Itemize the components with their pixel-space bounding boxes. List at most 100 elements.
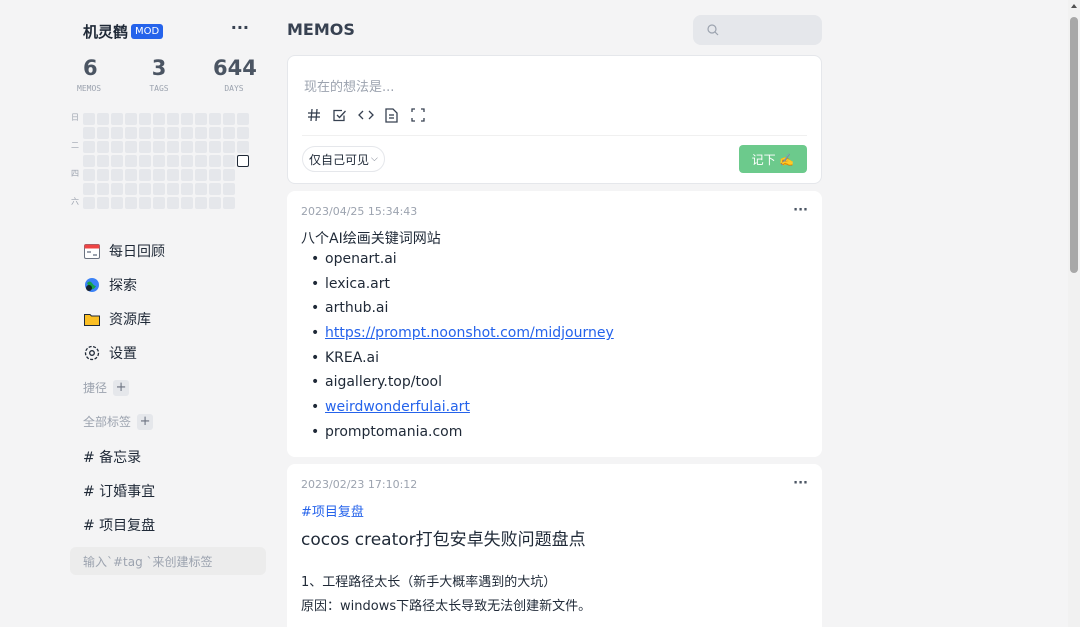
heatmap-cell[interactable]	[125, 183, 137, 195]
heatmap-cell[interactable]	[83, 183, 95, 195]
heatmap-cell[interactable]	[111, 113, 123, 125]
heatmap-cell[interactable]	[97, 141, 109, 153]
memo-tag-link[interactable]: #项目复盘	[301, 501, 364, 520]
add-tag-button[interactable]: +	[137, 413, 154, 430]
search-input[interactable]	[693, 15, 822, 45]
page-scrollbar[interactable]	[1068, 0, 1080, 627]
heatmap-cell[interactable]	[195, 197, 207, 209]
tag-create-hint[interactable]: 输入`#tag `来创建标签	[70, 547, 266, 575]
heatmap-cell[interactable]	[223, 113, 235, 125]
heatmap-cell[interactable]	[237, 127, 249, 139]
heatmap-cell[interactable]	[153, 197, 165, 209]
heatmap-cell[interactable]	[111, 141, 123, 153]
hashtag-icon[interactable]	[304, 106, 323, 124]
heatmap-cell[interactable]	[181, 113, 193, 125]
heatmap-cell[interactable]	[139, 113, 151, 125]
heatmap-cell[interactable]	[83, 127, 95, 139]
heatmap-cell[interactable]	[125, 113, 137, 125]
heatmap-cell[interactable]	[167, 141, 179, 153]
heatmap-cell[interactable]	[195, 127, 207, 139]
file-icon[interactable]	[382, 106, 401, 124]
heatmap-cell[interactable]	[97, 183, 109, 195]
checkbox-icon[interactable]	[330, 106, 349, 124]
list-item-link[interactable]: https://prompt.noonshot.com/midjourney	[325, 325, 614, 341]
nav-explore[interactable]: 探索	[83, 268, 263, 302]
heatmap-cell[interactable]	[223, 141, 235, 153]
user-more-icon[interactable]: ···	[231, 18, 249, 37]
heatmap-cell[interactable]	[97, 169, 109, 181]
heatmap-cell[interactable]	[111, 169, 123, 181]
heatmap-cell[interactable]	[167, 169, 179, 181]
heatmap-cell[interactable]	[181, 169, 193, 181]
heatmap-cell[interactable]	[195, 113, 207, 125]
heatmap-cell[interactable]	[139, 169, 151, 181]
heatmap-cell[interactable]	[195, 155, 207, 167]
heatmap-cell[interactable]	[209, 169, 221, 181]
heatmap-cell[interactable]	[83, 113, 95, 125]
heatmap-cell[interactable]	[195, 169, 207, 181]
nav-resources[interactable]: 资源库	[83, 302, 263, 336]
heatmap-cell[interactable]	[125, 197, 137, 209]
heatmap-cell[interactable]	[167, 197, 179, 209]
heatmap-cell[interactable]	[153, 141, 165, 153]
tag-item[interactable]: # 订婚事宜	[83, 481, 155, 501]
heatmap-cell[interactable]	[167, 113, 179, 125]
heatmap-cell[interactable]	[181, 127, 193, 139]
heatmap-cell[interactable]	[83, 169, 95, 181]
heatmap-cell[interactable]	[223, 127, 235, 139]
heatmap-cell[interactable]	[153, 113, 165, 125]
code-icon[interactable]	[356, 106, 375, 124]
memo-timestamp[interactable]: 2023/04/25 15:34:43	[301, 205, 417, 218]
heatmap-cell[interactable]	[195, 183, 207, 195]
heatmap-cell[interactable]	[223, 155, 235, 167]
heatmap-cell[interactable]	[111, 155, 123, 167]
heatmap-cell[interactable]	[97, 197, 109, 209]
username[interactable]: 机灵鹤	[83, 21, 128, 42]
heatmap-cell[interactable]	[209, 197, 221, 209]
memo-timestamp[interactable]: 2023/02/23 17:10:12	[301, 478, 417, 491]
heatmap-cell[interactable]	[209, 113, 221, 125]
heatmap-cell[interactable]	[125, 141, 137, 153]
editor-textarea[interactable]: 现在的想法是...	[304, 76, 394, 95]
scrollbar-thumb[interactable]	[1070, 17, 1078, 273]
heatmap-cell[interactable]	[237, 141, 249, 153]
heatmap-cell[interactable]	[111, 197, 123, 209]
heatmap-cell[interactable]	[167, 155, 179, 167]
heatmap-cell[interactable]	[125, 169, 137, 181]
heatmap-cell[interactable]	[139, 155, 151, 167]
heatmap-cell[interactable]	[209, 141, 221, 153]
heatmap-cell[interactable]	[209, 155, 221, 167]
heatmap-cell[interactable]	[153, 169, 165, 181]
heatmap-cell[interactable]	[83, 155, 95, 167]
heatmap-cell[interactable]	[237, 113, 249, 125]
fullscreen-icon[interactable]	[408, 106, 427, 124]
heatmap-cell[interactable]	[153, 155, 165, 167]
heatmap-cell[interactable]	[181, 141, 193, 153]
heatmap-cell[interactable]	[125, 155, 137, 167]
tag-item[interactable]: # 备忘录	[83, 447, 141, 467]
heatmap-cell[interactable]	[153, 183, 165, 195]
visibility-select[interactable]: 仅自己可见 ⌵	[302, 146, 385, 172]
heatmap-cell[interactable]	[153, 127, 165, 139]
heatmap-cell[interactable]	[83, 197, 95, 209]
heatmap-cell[interactable]	[97, 113, 109, 125]
nav-daily-review[interactable]: 每日回顾	[83, 234, 263, 268]
heatmap-cell[interactable]	[181, 197, 193, 209]
heatmap-cell[interactable]	[111, 183, 123, 195]
heatmap-cell[interactable]	[139, 127, 151, 139]
heatmap-cell[interactable]	[97, 155, 109, 167]
heatmap-cell[interactable]	[209, 127, 221, 139]
user-banner[interactable]: 机灵鹤 MOD ···	[83, 18, 253, 42]
memo-more-icon[interactable]: ···	[793, 203, 808, 218]
heatmap-cell[interactable]	[97, 127, 109, 139]
heatmap-cell[interactable]	[223, 183, 235, 195]
heatmap-cell[interactable]	[181, 155, 193, 167]
save-memo-button[interactable]: 记下 ✍️	[739, 145, 807, 173]
nav-settings[interactable]: 设置	[83, 336, 263, 370]
heatmap-cell[interactable]	[125, 127, 137, 139]
heatmap-cell[interactable]	[83, 141, 95, 153]
heatmap-cell[interactable]	[111, 127, 123, 139]
heatmap-cell[interactable]	[139, 141, 151, 153]
heatmap-cell[interactable]	[223, 197, 235, 209]
heatmap-cell[interactable]	[139, 197, 151, 209]
